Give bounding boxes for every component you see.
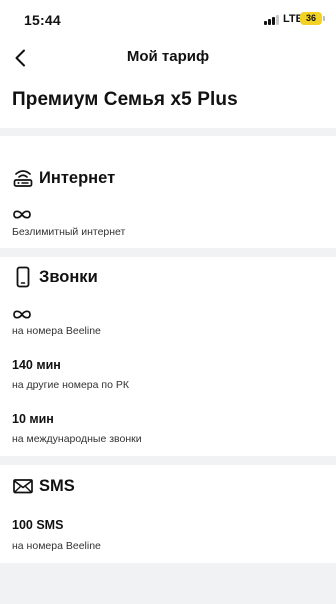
plan-name: Премиум Семья x5 Plus: [12, 89, 238, 110]
internet-section-header: Интернет: [12, 167, 115, 189]
calls-intl-caption: на международные звонки: [12, 433, 142, 445]
bottom-filler: [0, 563, 336, 604]
infinity-icon: [12, 307, 32, 325]
status-time: 15:44: [24, 12, 61, 28]
calls-beeline-caption: на номера Beeline: [12, 325, 101, 337]
signal-icon: [264, 15, 280, 25]
nav-bar: Мой тариф: [0, 40, 336, 76]
sms-value: 100 SMS: [12, 518, 64, 532]
calls-section-title: Звонки: [39, 267, 98, 286]
section-divider: [0, 248, 336, 257]
envelope-icon: [12, 475, 34, 497]
calls-intl-value: 10 мин: [12, 412, 54, 426]
battery-icon: 36: [300, 12, 322, 25]
sms-section-title: SMS: [39, 476, 75, 495]
battery-tip: [323, 16, 325, 21]
calls-section-header: Звонки: [12, 266, 98, 288]
sms-caption: на номера Beeline: [12, 540, 101, 552]
router-icon: [12, 167, 34, 189]
internet-section-title: Интернет: [39, 168, 116, 187]
sms-section-header: SMS: [12, 475, 75, 497]
infinity-icon: [12, 207, 32, 225]
page-title: Мой тариф: [126, 48, 210, 65]
section-divider: [0, 128, 336, 136]
status-bar: 15:44 LTE 36: [0, 0, 336, 40]
internet-caption: Безлимитный интернет: [12, 226, 126, 238]
smartphone-icon: [12, 266, 34, 288]
section-divider: [0, 456, 336, 465]
calls-other-caption: на другие номера по РК: [12, 379, 129, 391]
calls-other-value: 140 мин: [12, 358, 61, 372]
